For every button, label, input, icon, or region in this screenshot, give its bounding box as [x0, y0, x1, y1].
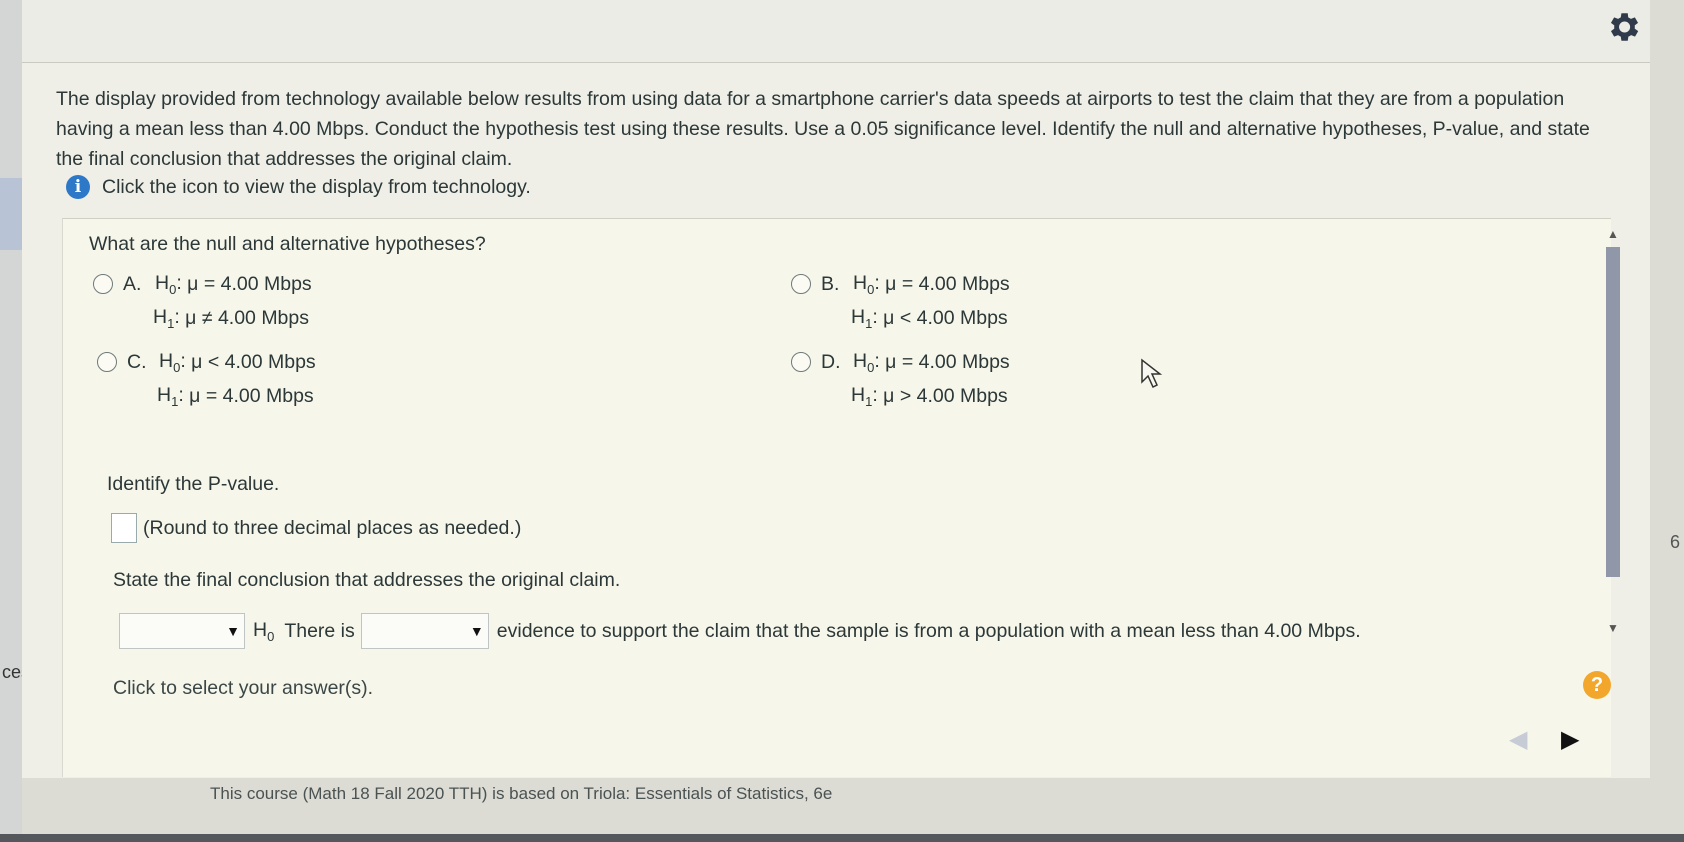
- next-arrow-icon[interactable]: ▶: [1561, 725, 1579, 754]
- h0-label: H0:: [853, 271, 886, 297]
- sidebar-highlight: [0, 178, 22, 250]
- right-edge-text: 6: [1670, 532, 1681, 552]
- h1-label: H1:: [157, 383, 190, 409]
- conclusion-label: State the final conclusion that addresse…: [113, 569, 621, 591]
- previous-arrow-icon[interactable]: ◀: [1509, 725, 1527, 754]
- option-d-h0: μ = 4.00 Mbps: [885, 350, 1010, 373]
- pvalue-input[interactable]: [111, 513, 137, 543]
- option-d-h1: μ > 4.00 Mbps: [883, 384, 1008, 407]
- mouse-cursor-icon: [1141, 358, 1163, 389]
- problem-statement: The display provided from technology ava…: [56, 88, 1590, 170]
- radio-option-a[interactable]: [93, 274, 113, 294]
- course-footer: This course (Math 18 Fall 2020 TTH) is b…: [210, 784, 833, 803]
- option-b-h0: μ = 4.00 Mbps: [885, 272, 1010, 295]
- radio-option-d[interactable]: [791, 352, 811, 372]
- conclusion-tail: evidence to support the claim that the s…: [496, 619, 1361, 642]
- there-is-text: There is: [284, 619, 355, 642]
- info-icon[interactable]: i: [66, 175, 90, 199]
- scrollbar[interactable]: ▲ ▼: [1603, 219, 1621, 639]
- option-a-h0: μ = 4.00 Mbps: [187, 272, 312, 295]
- evidence-dropdown[interactable]: ▼: [360, 613, 489, 649]
- info-text: Click the icon to view the display from …: [102, 175, 531, 198]
- h0-label: H0:: [159, 349, 192, 375]
- decision-dropdown[interactable]: ▼: [119, 613, 245, 649]
- option-c[interactable]: C. H0: μ < 4.00 Mbps H1: μ = 4.00 Mbps: [97, 345, 316, 413]
- option-c-h1: μ = 4.00 Mbps: [189, 384, 314, 407]
- taskbar-strip: [0, 834, 1684, 842]
- h1-label: H1:: [153, 305, 186, 331]
- option-c-h0: μ < 4.00 Mbps: [191, 350, 316, 373]
- info-row: i Click the icon to view the display fro…: [66, 172, 531, 202]
- dropdown-arrow-icon: ▼: [226, 623, 240, 639]
- pvalue-row: (Round to three decimal places as needed…: [111, 513, 521, 543]
- h1-label: H1:: [851, 383, 884, 409]
- radio-option-b[interactable]: [791, 274, 811, 294]
- radio-option-c[interactable]: [97, 352, 117, 372]
- option-a-h1: μ ≠ 4.00 Mbps: [185, 306, 309, 329]
- option-d[interactable]: D. H0: μ = 4.00 Mbps H1: μ > 4.00 Mbps: [791, 345, 1010, 413]
- scroll-up-icon[interactable]: ▲: [1607, 227, 1619, 241]
- option-letter: D.: [821, 350, 841, 373]
- question-title: What are the null and alternative hypoth…: [89, 233, 486, 255]
- header-bar: [22, 0, 1650, 63]
- option-b[interactable]: B. H0: μ = 4.00 Mbps H1: μ < 4.00 Mbps: [791, 267, 1010, 335]
- question-panel: The display provided from technology ava…: [22, 0, 1650, 778]
- h0-label: H0:: [155, 271, 188, 297]
- gear-icon[interactable]: [1604, 8, 1642, 46]
- h0-label: H0:: [853, 349, 886, 375]
- pvalue-hint: (Round to three decimal places as needed…: [143, 516, 522, 539]
- option-letter: C.: [127, 350, 147, 373]
- help-button[interactable]: ?: [1583, 671, 1611, 699]
- left-sidebar-strip: [0, 0, 22, 842]
- h0-label: H0: [253, 618, 275, 644]
- conclusion-row: ▼ H0 There is ▼ evidence to support the …: [119, 613, 1361, 649]
- click-hint: Click to select your answer(s).: [113, 677, 374, 699]
- question-box: What are the null and alternative hypoth…: [62, 218, 1620, 777]
- dropdown-arrow-icon: ▼: [469, 623, 484, 639]
- option-letter: A.: [123, 272, 142, 295]
- scroll-down-icon[interactable]: ▼: [1607, 621, 1619, 635]
- scroll-thumb[interactable]: [1606, 247, 1620, 577]
- h1-label: H1:: [851, 305, 884, 331]
- option-b-h1: μ < 4.00 Mbps: [883, 306, 1008, 329]
- option-letter: B.: [821, 272, 840, 295]
- option-a[interactable]: A. H0: μ = 4.00 Mbps H1: μ ≠ 4.00 Mbps: [93, 267, 312, 335]
- pvalue-label: Identify the P-value.: [107, 473, 280, 495]
